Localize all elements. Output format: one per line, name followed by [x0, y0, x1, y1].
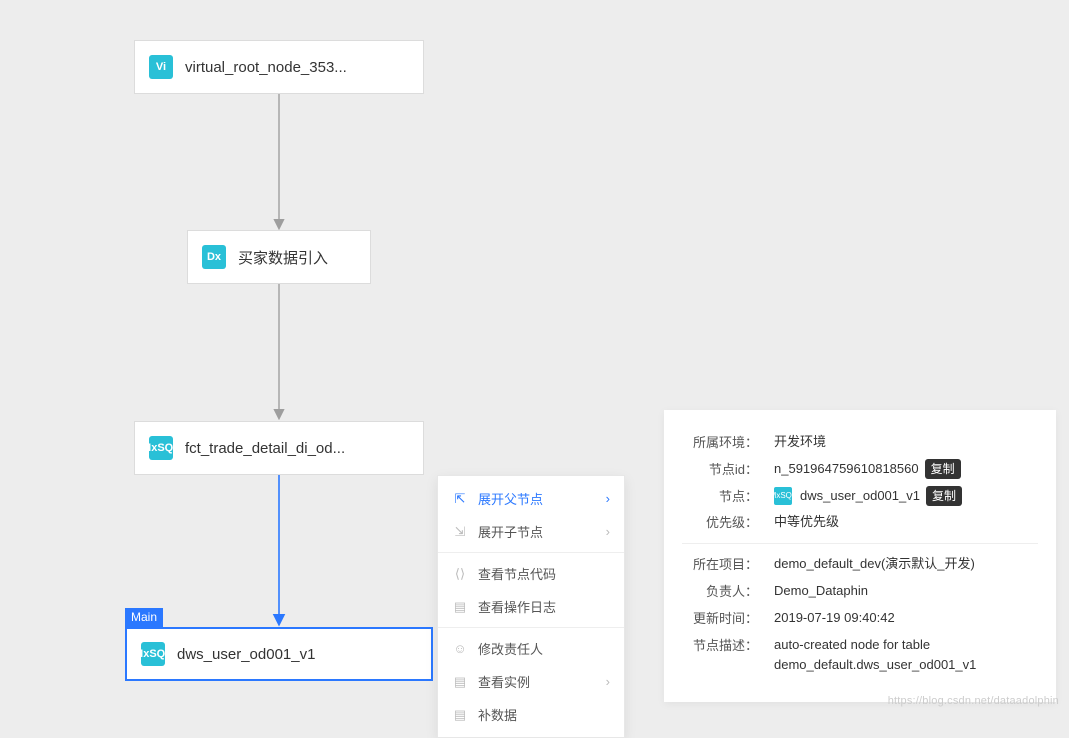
menu-label: 展开父节点 [478, 489, 596, 508]
mxsql-icon: MxSQL [141, 642, 165, 666]
main-tag: Main [125, 608, 163, 627]
copy-button[interactable]: 复制 [926, 486, 962, 506]
menu-view-code[interactable]: ⟨⟩ 查看节点代码 [438, 557, 624, 590]
vi-icon: Vi [149, 55, 173, 79]
detail-row-node: 节点： MxSQL dws_user_od001_v1 复制 [682, 486, 1038, 507]
detail-label: 优先级： [682, 512, 758, 531]
mxsql-icon: MxSQL [774, 487, 792, 505]
mxsql-icon: MxSQL [149, 436, 173, 460]
menu-backfill[interactable]: ▤ 补数据 [438, 698, 624, 731]
detail-value: auto-created node for table demo_default… [774, 635, 1038, 677]
detail-row-owner: 负责人： Demo_Dataphin [682, 581, 1038, 602]
detail-value: 中等优先级 [774, 512, 1038, 533]
detail-row-priority: 优先级： 中等优先级 [682, 512, 1038, 533]
detail-row-env: 所属环境： 开发环境 [682, 432, 1038, 453]
detail-row-updated: 更新时间： 2019-07-19 09:40:42 [682, 608, 1038, 629]
detail-label: 所属环境： [682, 432, 758, 451]
chevron-right-icon: › [606, 491, 610, 506]
detail-value: 开发环境 [774, 432, 1038, 453]
detail-label: 负责人： [682, 581, 758, 600]
detail-value: MxSQL dws_user_od001_v1 复制 [774, 486, 1038, 507]
backfill-icon: ▤ [452, 707, 468, 723]
node-label: virtual_root_node_353... [185, 59, 347, 76]
menu-divider [438, 552, 624, 553]
detail-label: 节点： [682, 486, 758, 505]
menu-label: 查看操作日志 [478, 597, 610, 616]
dag-canvas[interactable]: Vi virtual_root_node_353... Dx 买家数据引入 Mx… [0, 0, 1069, 713]
menu-label: 补数据 [478, 705, 610, 724]
menu-label: 查看实例 [478, 672, 596, 691]
log-icon: ▤ [452, 599, 468, 615]
detail-value: 2019-07-19 09:40:42 [774, 608, 1038, 629]
node-label: dws_user_od001_v1 [177, 646, 315, 663]
owner-icon: ☺ [452, 641, 468, 656]
dag-node-dws-user-od001[interactable]: Main MxSQL dws_user_od001_v1 [125, 627, 433, 681]
chevron-right-icon: › [606, 674, 610, 689]
menu-label: 修改责任人 [478, 639, 610, 658]
node-label: 买家数据引入 [238, 247, 328, 268]
menu-divider [438, 627, 624, 628]
detail-row-node-id: 节点id： n_591964759610818560 复制 [682, 459, 1038, 480]
detail-row-project: 所在项目： demo_default_dev(演示默认_开发) [682, 554, 1038, 575]
detail-value: n_591964759610818560 复制 [774, 459, 1038, 480]
dag-node-fct-trade-detail[interactable]: MxSQL fct_trade_detail_di_od... [134, 421, 424, 475]
chevron-right-icon: › [606, 524, 610, 539]
detail-value: Demo_Dataphin [774, 581, 1038, 602]
menu-view-log[interactable]: ▤ 查看操作日志 [438, 590, 624, 623]
node-label: fct_trade_detail_di_od... [185, 440, 345, 457]
expand-child-icon: ⇲ [452, 524, 468, 540]
instance-icon: ▤ [452, 674, 468, 690]
dag-node-virtual-root[interactable]: Vi virtual_root_node_353... [134, 40, 424, 94]
node-details-panel: 所属环境： 开发环境 节点id： n_591964759610818560 复制… [664, 410, 1056, 702]
menu-expand-parent[interactable]: ⇱ 展开父节点 › [438, 482, 624, 515]
detail-label: 节点id： [682, 459, 758, 478]
expand-parent-icon: ⇱ [452, 491, 468, 507]
detail-label: 更新时间： [682, 608, 758, 627]
menu-label: 展开子节点 [478, 522, 596, 541]
dag-node-buyer-data-ingest[interactable]: Dx 买家数据引入 [187, 230, 371, 284]
code-icon: ⟨⟩ [452, 566, 468, 582]
detail-label: 所在项目： [682, 554, 758, 573]
detail-row-desc: 节点描述： auto-created node for table demo_d… [682, 635, 1038, 677]
menu-view-instance[interactable]: ▤ 查看实例 › [438, 665, 624, 698]
menu-change-owner[interactable]: ☺ 修改责任人 [438, 632, 624, 665]
copy-button[interactable]: 复制 [925, 459, 961, 479]
detail-divider [682, 543, 1038, 544]
detail-value: demo_default_dev(演示默认_开发) [774, 554, 1038, 575]
menu-expand-child[interactable]: ⇲ 展开子节点 › [438, 515, 624, 548]
dx-icon: Dx [202, 245, 226, 269]
detail-label: 节点描述： [682, 635, 758, 654]
menu-label: 查看节点代码 [478, 564, 610, 583]
context-menu: ⇱ 展开父节点 › ⇲ 展开子节点 › ⟨⟩ 查看节点代码 ▤ 查看操作日志 ☺… [437, 475, 625, 738]
